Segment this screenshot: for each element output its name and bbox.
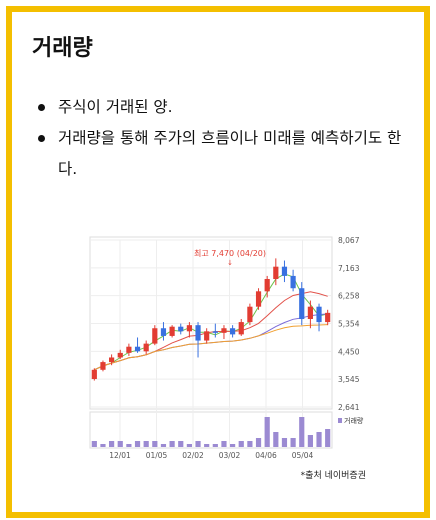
candle-body bbox=[169, 326, 175, 336]
candle-body bbox=[299, 288, 305, 320]
x-tick-label: 02/02 bbox=[182, 451, 204, 460]
candle-body bbox=[212, 331, 218, 333]
volume-bar bbox=[178, 441, 184, 447]
y-tick-label: 2,641 bbox=[338, 403, 360, 412]
x-tick-label: 01/05 bbox=[146, 451, 168, 460]
volume-bar bbox=[100, 444, 106, 447]
candle-body bbox=[204, 331, 210, 341]
candle-body bbox=[126, 346, 132, 353]
candle-body bbox=[230, 328, 236, 335]
candle-body bbox=[316, 306, 322, 323]
slide-card: 거래량 주식이 거래된 양. 거래량을 통해 주가의 흐름이나 미래를 예측하기… bbox=[6, 6, 430, 518]
bullet-dot-icon bbox=[38, 104, 45, 111]
x-tick-label: 05/04 bbox=[292, 451, 314, 460]
x-tick-label: 12/01 bbox=[109, 451, 131, 460]
candle-body bbox=[281, 266, 288, 276]
x-tick-label: 03/02 bbox=[219, 451, 241, 460]
bullet-list: 주식이 거래된 양. 거래량을 통해 주가의 흐름이나 미래를 예측하기도 한다… bbox=[34, 92, 404, 185]
candle-body bbox=[255, 291, 262, 307]
candle-body bbox=[238, 322, 244, 335]
volume-bar bbox=[238, 441, 244, 447]
volume-bar bbox=[143, 441, 149, 447]
candle-body bbox=[152, 328, 158, 344]
x-tick-label: 04/06 bbox=[255, 451, 277, 460]
volume-bar bbox=[126, 444, 132, 447]
candle-body bbox=[134, 346, 141, 352]
volume-bar bbox=[264, 417, 270, 447]
volume-plot-area bbox=[89, 411, 333, 449]
volume-legend-label: 거래량 bbox=[344, 416, 364, 425]
volume-bar bbox=[281, 438, 288, 447]
volume-bar bbox=[109, 441, 115, 447]
bullet-item: 거래량을 통해 주가의 흐름이나 미래를 예측하기도 한다. bbox=[34, 123, 404, 185]
volume-bar bbox=[255, 438, 262, 447]
volume-bar bbox=[247, 441, 253, 447]
candle-body bbox=[221, 328, 227, 333]
volume-bar bbox=[325, 429, 331, 447]
candle-body bbox=[100, 362, 106, 370]
y-tick-label: 7,163 bbox=[338, 264, 360, 273]
candle-body bbox=[247, 306, 253, 323]
y-tick-label: 5,354 bbox=[338, 320, 360, 329]
volume-bar bbox=[230, 444, 236, 447]
candle-body bbox=[186, 325, 192, 332]
candle-body bbox=[117, 352, 123, 358]
volume-bar bbox=[307, 435, 313, 447]
volume-bar bbox=[169, 441, 175, 447]
y-tick-label: 8,067 bbox=[338, 236, 360, 245]
candle-body bbox=[290, 275, 296, 289]
volume-bar bbox=[212, 444, 218, 447]
candle-body bbox=[160, 328, 167, 336]
candle-body bbox=[273, 266, 279, 279]
bullet-dot-icon bbox=[38, 135, 45, 142]
volume-bar bbox=[152, 441, 158, 447]
volume-bar bbox=[117, 441, 123, 447]
down-arrow-icon: ↓ bbox=[227, 259, 233, 267]
candle-body bbox=[178, 326, 184, 332]
volume-bar bbox=[134, 441, 141, 447]
bullet-item: 주식이 거래된 양. bbox=[34, 92, 404, 123]
slide-title: 거래량 bbox=[32, 36, 93, 61]
volume-bar bbox=[160, 444, 167, 447]
candle-body bbox=[109, 357, 115, 363]
candle-body bbox=[325, 312, 331, 323]
y-tick-label: 6,258 bbox=[338, 292, 360, 301]
volume-bar bbox=[316, 432, 322, 447]
volume-bar bbox=[273, 432, 279, 447]
volume-bar bbox=[221, 441, 227, 447]
volume-bar bbox=[91, 441, 97, 447]
bullet-text: 주식이 거래된 양. bbox=[58, 98, 173, 116]
volume-bar bbox=[204, 444, 210, 447]
volume-bar bbox=[299, 417, 305, 447]
y-tick-label: 4,450 bbox=[338, 347, 360, 356]
volume-bar bbox=[195, 441, 201, 447]
volume-legend-swatch bbox=[338, 418, 342, 423]
y-tick-label: 3,545 bbox=[338, 375, 360, 384]
volume-bar bbox=[186, 444, 192, 447]
candle-body bbox=[195, 325, 201, 341]
bullet-text: 거래량을 통해 주가의 흐름이나 미래를 예측하기도 한다. bbox=[58, 129, 402, 178]
stock-chart: 8,067 7,163 6,258 5,354 4,450 3,545 2,641 12/0… bbox=[80, 232, 380, 462]
candle-body bbox=[307, 306, 313, 320]
candle-body bbox=[143, 343, 149, 352]
candle-body bbox=[91, 369, 97, 380]
stock-chart-svg: 8,067 7,163 6,258 5,354 4,450 3,545 2,641 12/0… bbox=[89, 236, 364, 460]
high-price-annotation: 최고 7,470 (04/20) bbox=[194, 248, 266, 258]
source-note: *출처 네이버증권 bbox=[300, 471, 366, 481]
volume-bar bbox=[290, 438, 296, 447]
candle-body bbox=[264, 278, 270, 292]
